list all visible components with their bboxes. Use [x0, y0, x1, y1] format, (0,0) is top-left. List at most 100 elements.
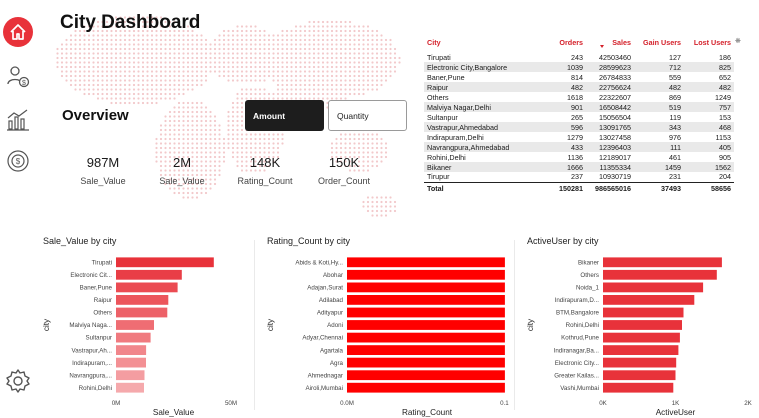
bar[interactable]	[603, 282, 704, 293]
table-row[interactable]: Vastrapur,Ahmedabad 596 13091765 343 468	[424, 122, 734, 132]
category-label: Kothrud,Pune	[561, 335, 599, 342]
nav-users-button[interactable]: $	[3, 62, 33, 92]
bar[interactable]	[603, 257, 722, 268]
table-row[interactable]: Tirupur 237 10930719 231 204	[424, 172, 734, 182]
map-dot	[168, 34, 172, 37]
map-dot	[227, 38, 230, 42]
map-dot	[218, 74, 221, 78]
bar[interactable]	[116, 307, 168, 318]
bar[interactable]	[603, 332, 680, 343]
bar[interactable]	[347, 282, 505, 293]
table-row[interactable]: Rohini,Delhi 1136 12189017 461 905	[424, 152, 734, 162]
divider	[514, 240, 515, 410]
bar[interactable]	[116, 345, 147, 355]
bar[interactable]	[116, 269, 182, 280]
column-header-sales[interactable]: Sales	[586, 32, 634, 52]
table-cell: Rohini,Delhi	[427, 152, 466, 162]
settings-button[interactable]	[3, 366, 33, 396]
city-table-panel: ❋ City Orders Sales Gain Users Lost User…	[424, 32, 742, 224]
map-dot	[312, 88, 316, 91]
map-dot	[290, 47, 293, 51]
column-header-orders[interactable]: Orders	[550, 32, 586, 52]
map-dot	[78, 47, 82, 51]
bar[interactable]	[347, 257, 505, 268]
bar[interactable]	[116, 332, 151, 343]
table-cell: Others	[427, 92, 449, 102]
map-dot	[366, 133, 370, 136]
bar[interactable]	[603, 382, 674, 393]
bar[interactable]	[603, 357, 677, 368]
table-row[interactable]: Malviya Nagar,Delhi 901 16508442 519 757	[424, 102, 734, 112]
bar[interactable]	[603, 295, 695, 305]
column-header-city[interactable]: City	[424, 32, 550, 52]
amount-toggle-button[interactable]: Amount	[245, 100, 324, 131]
map-dot	[254, 137, 257, 141]
table-row[interactable]: Baner,Pune 814 26784833 559 652	[424, 72, 734, 82]
table-row[interactable]: Tirupati 243 42503460 127 186	[424, 52, 734, 62]
bar[interactable]	[347, 269, 505, 280]
map-dot	[168, 79, 172, 82]
bar[interactable]	[116, 295, 169, 305]
map-dot	[186, 43, 190, 46]
map-dot	[204, 43, 208, 46]
table-row[interactable]: Navrangpura,Ahmedabad 433 12396403 111 405	[424, 142, 734, 152]
map-dot	[335, 20, 338, 24]
table-row[interactable]: Indirapuram,Delhi 1279 13027458 976 1153	[424, 132, 734, 142]
bar[interactable]	[116, 282, 178, 293]
bar[interactable]	[347, 320, 505, 330]
map-dot	[69, 34, 73, 37]
bar[interactable]	[347, 382, 505, 393]
map-dot	[173, 151, 176, 154]
bar[interactable]	[603, 269, 717, 280]
bar[interactable]	[116, 370, 145, 381]
map-dot	[254, 47, 257, 51]
bar[interactable]	[347, 370, 505, 381]
map-dot	[200, 83, 203, 87]
nav-finance-button[interactable]: $	[3, 146, 33, 176]
category-label: Vashi,Mumbai	[560, 385, 599, 392]
bar[interactable]	[603, 370, 676, 381]
map-dot	[186, 61, 190, 64]
bar[interactable]	[347, 357, 505, 368]
focus-mode-icon[interactable]: ❋	[735, 37, 741, 45]
map-dot	[267, 142, 271, 145]
quantity-toggle-button[interactable]: Quantity	[328, 100, 407, 131]
map-dot	[294, 34, 298, 37]
column-header-lost-users[interactable]: Lost Users	[684, 32, 734, 52]
nav-chart-button[interactable]	[3, 105, 33, 135]
map-dot	[114, 83, 118, 87]
table-row[interactable]: Others 1618 22322607 869 1249	[424, 92, 734, 102]
map-dot	[74, 61, 77, 64]
table-row[interactable]: Raipur 482 22756624 482 482	[424, 82, 734, 92]
bar[interactable]	[603, 345, 679, 355]
bar[interactable]	[347, 332, 505, 343]
map-dot	[209, 137, 212, 141]
bar[interactable]	[116, 357, 146, 368]
table-row[interactable]: Bikaner 1666 11355334 1459 1562	[424, 162, 734, 172]
table-row[interactable]: Sultanpur 265 15056504 119 153	[424, 112, 734, 122]
map-dot	[380, 200, 383, 204]
map-dot	[371, 34, 374, 37]
map-dot	[119, 79, 122, 82]
sort-desc-icon[interactable]	[600, 45, 604, 48]
bar[interactable]	[347, 345, 505, 355]
bar[interactable]	[603, 320, 682, 330]
map-dot	[105, 61, 109, 64]
bar[interactable]	[116, 382, 144, 393]
map-dot	[222, 146, 226, 150]
table-cell: 519	[634, 102, 684, 112]
bar[interactable]	[347, 307, 505, 318]
table-cell: 12396403	[586, 142, 634, 152]
map-dot	[375, 83, 379, 87]
map-dot	[114, 47, 118, 51]
table-row[interactable]: Electronic City,Bangalore 1039 28599623 712…	[424, 62, 734, 72]
bar[interactable]	[347, 295, 505, 305]
nav-home-button[interactable]	[3, 17, 33, 47]
map-dot	[150, 52, 154, 55]
map-dot	[366, 146, 370, 150]
bar[interactable]	[116, 257, 214, 268]
bar[interactable]	[116, 320, 154, 330]
map-dot	[375, 137, 379, 141]
column-header-gain-users[interactable]: Gain Users	[634, 32, 684, 52]
bar[interactable]	[603, 307, 684, 318]
